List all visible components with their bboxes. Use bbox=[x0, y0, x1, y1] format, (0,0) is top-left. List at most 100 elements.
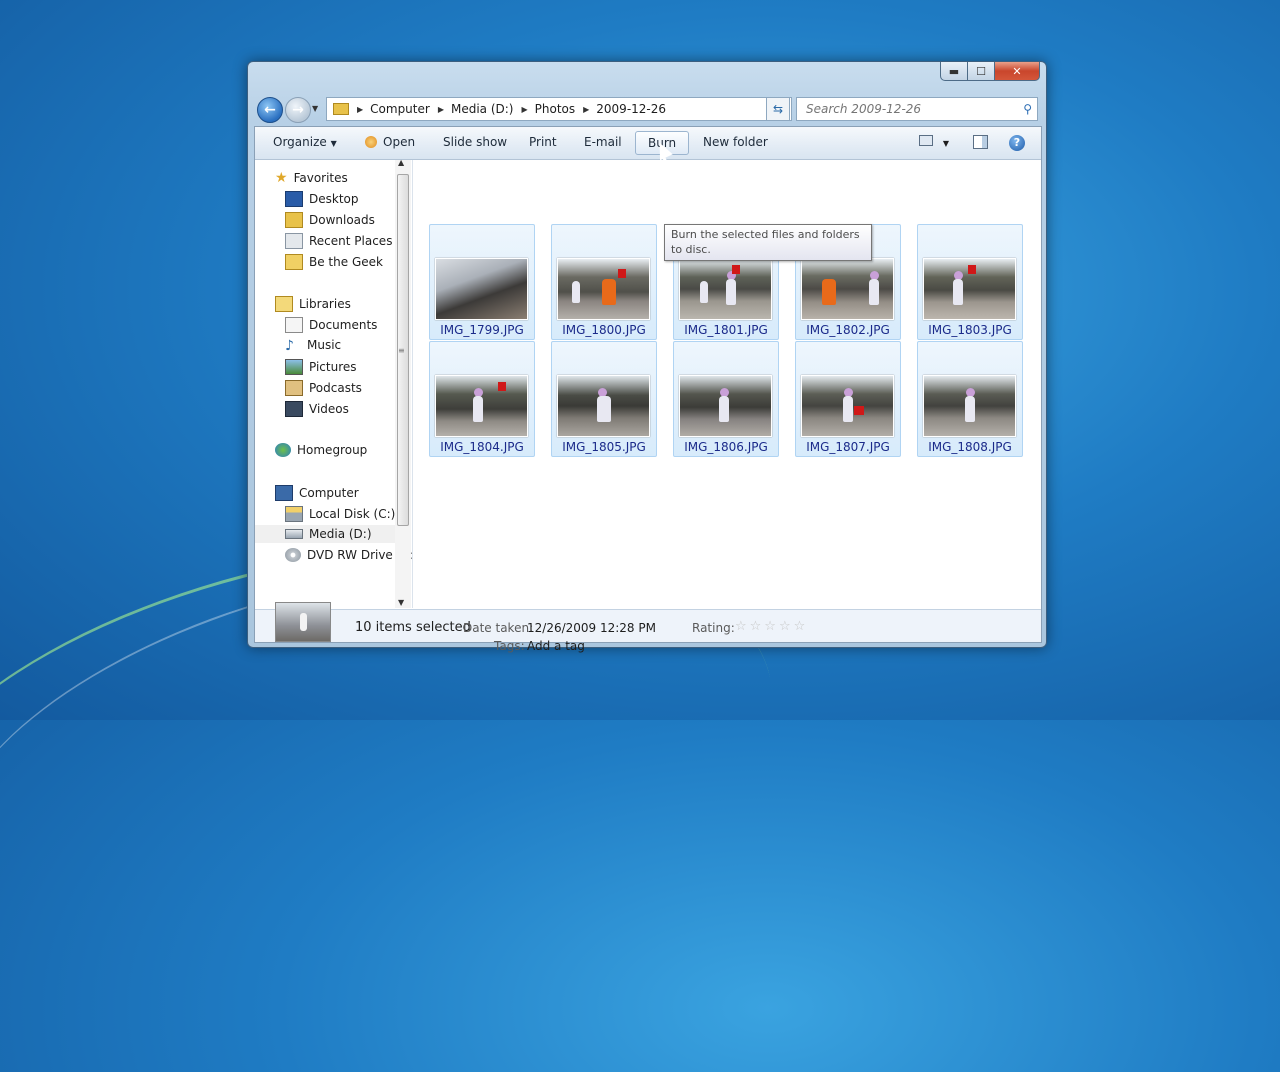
explorer-content: Organize ▼ Open Slide show Print E-mail … bbox=[254, 126, 1042, 653]
nav-local-disk[interactable]: Local Disk (C:) bbox=[285, 506, 395, 522]
nav-dvd-drive[interactable]: DVD RW Drive (E: bbox=[285, 548, 413, 562]
address-bar[interactable]: ▶ Computer ▶ Media (D:) ▶ Photos ▶ 2009-12-2… bbox=[326, 97, 792, 121]
folder-icon bbox=[285, 254, 303, 270]
file-name: IMG_1802.JPG bbox=[806, 323, 890, 337]
refresh-icon: ⇆ bbox=[772, 102, 784, 116]
photo-thumbnail bbox=[679, 258, 772, 320]
command-bar: Organize ▼ Open Slide show Print E-mail … bbox=[255, 127, 1041, 160]
date-taken-value[interactable]: 12/26/2009 12:28 PM bbox=[527, 621, 656, 635]
nav-media[interactable]: Media (D:) bbox=[255, 525, 395, 543]
navigation-row: ← → ▼ ▶ Computer ▶ Media (D:) ▶ Photos ▶ 200… bbox=[248, 95, 1046, 125]
photo-thumbnail bbox=[557, 258, 650, 320]
file-name: IMG_1807.JPG bbox=[806, 440, 890, 454]
file-tile[interactable]: IMG_1806.JPG bbox=[673, 341, 779, 457]
nav-be-the-geek[interactable]: Be the Geek bbox=[285, 254, 383, 270]
nav-scrollbar[interactable]: ▲ ≡ ▼ bbox=[395, 158, 411, 608]
search-icon[interactable]: ⚲ bbox=[1023, 102, 1032, 116]
file-tile[interactable]: IMG_1800.JPG bbox=[551, 224, 657, 340]
chevron-right-icon: ▶ bbox=[583, 104, 590, 114]
photo-thumbnail bbox=[679, 375, 772, 437]
rating-stars[interactable]: ☆☆☆☆☆ bbox=[735, 619, 808, 634]
videos-icon bbox=[285, 401, 303, 417]
file-tile[interactable]: IMG_1805.JPG bbox=[551, 341, 657, 457]
nav-homegroup[interactable]: Homegroup bbox=[275, 443, 367, 457]
file-name: IMG_1803.JPG bbox=[928, 323, 1012, 337]
nav-computer[interactable]: Computer bbox=[275, 485, 359, 501]
help-button[interactable]: ? bbox=[1009, 135, 1025, 151]
minimize-button[interactable]: ▬ bbox=[940, 62, 968, 81]
nav-downloads[interactable]: Downloads bbox=[285, 212, 375, 228]
caption-buttons: ▬ ☐ ✕ bbox=[940, 62, 1040, 81]
nav-videos[interactable]: Videos bbox=[285, 401, 349, 417]
grip-icon: ≡ bbox=[398, 346, 405, 355]
star-icon: ★ bbox=[275, 170, 288, 186]
burn-tooltip: Burn the selected files and folders to d… bbox=[664, 224, 872, 261]
nav-favorites[interactable]: ★ Favorites bbox=[275, 170, 348, 186]
print-button[interactable]: Print bbox=[529, 135, 557, 149]
rating-label: Rating: bbox=[692, 621, 735, 635]
close-button[interactable]: ✕ bbox=[995, 62, 1040, 81]
nav-pictures[interactable]: Pictures bbox=[285, 359, 357, 375]
tags-value[interactable]: Add a tag bbox=[527, 639, 585, 653]
selection-count: 10 items selected bbox=[355, 620, 471, 635]
nav-recent-places[interactable]: Recent Places bbox=[285, 233, 392, 249]
open-icon bbox=[365, 136, 377, 148]
folder-icon bbox=[333, 103, 349, 115]
photo-thumbnail bbox=[801, 375, 894, 437]
file-tile[interactable]: IMG_1799.JPG bbox=[429, 224, 535, 340]
breadcrumb-folder[interactable]: ▶ 2009-12-26 bbox=[575, 102, 666, 116]
back-arrow-icon: ← bbox=[264, 102, 276, 118]
computer-icon bbox=[275, 485, 293, 501]
hard-drive-icon bbox=[285, 506, 303, 522]
chevron-right-icon: ▶ bbox=[521, 104, 528, 114]
pane-splitter[interactable] bbox=[412, 160, 413, 608]
organize-button[interactable]: Organize ▼ bbox=[273, 135, 337, 149]
nav-documents[interactable]: Documents bbox=[285, 317, 377, 333]
file-tile[interactable]: IMG_1807.JPG bbox=[795, 341, 901, 457]
homegroup-icon bbox=[275, 443, 291, 457]
file-name: IMG_1800.JPG bbox=[562, 323, 646, 337]
explorer-window[interactable]: ▬ ☐ ✕ ← → ▼ ▶ Computer ▶ Media (D:) ▶ Photo… bbox=[247, 61, 1047, 653]
preview-pane-button[interactable] bbox=[973, 135, 988, 152]
open-button[interactable]: Open bbox=[365, 135, 415, 149]
libraries-icon bbox=[275, 296, 293, 312]
nav-libraries[interactable]: Libraries bbox=[275, 296, 351, 312]
forward-button[interactable]: → bbox=[285, 97, 311, 123]
nav-podcasts[interactable]: Podcasts bbox=[285, 380, 362, 396]
file-tile[interactable]: IMG_1803.JPG bbox=[917, 224, 1023, 340]
pictures-icon bbox=[285, 359, 303, 375]
recent-pages-dropdown[interactable]: ▼ bbox=[312, 104, 318, 113]
scroll-down-icon[interactable]: ▼ bbox=[398, 598, 404, 607]
file-name: IMG_1801.JPG bbox=[684, 323, 768, 337]
search-box[interactable]: ⚲ bbox=[796, 97, 1038, 121]
nav-music[interactable]: ♪ Music bbox=[285, 338, 341, 354]
photo-thumbnail bbox=[801, 258, 894, 320]
file-name: IMG_1799.JPG bbox=[440, 323, 524, 337]
recent-places-icon bbox=[285, 233, 303, 249]
photo-thumbnail bbox=[435, 258, 528, 320]
details-pane: 10 items selected Date taken: 12/26/2009… bbox=[255, 602, 1041, 653]
change-view-button[interactable]: ▼ bbox=[919, 135, 949, 149]
back-button[interactable]: ← bbox=[257, 97, 283, 123]
breadcrumb-computer[interactable]: ▶ Computer bbox=[349, 102, 430, 116]
navigation-pane: ★ Favorites Desktop Downloads Recent Plac… bbox=[255, 160, 413, 608]
breadcrumb-photos[interactable]: ▶ Photos bbox=[513, 102, 575, 116]
photo-thumbnail bbox=[923, 258, 1016, 320]
email-button[interactable]: E-mail bbox=[584, 135, 622, 149]
chevron-down-icon: ▼ bbox=[942, 139, 949, 148]
search-input[interactable] bbox=[804, 101, 1008, 117]
slideshow-button[interactable]: Slide show bbox=[443, 135, 507, 149]
file-tile[interactable]: IMG_1808.JPG bbox=[917, 341, 1023, 457]
breadcrumb-media[interactable]: ▶ Media (D:) bbox=[430, 102, 514, 116]
new-folder-button[interactable]: New folder bbox=[703, 135, 768, 149]
preview-pane-icon bbox=[973, 135, 988, 149]
photo-thumbnail bbox=[435, 375, 528, 437]
file-tile[interactable]: IMG_1804.JPG bbox=[429, 341, 535, 457]
nav-desktop[interactable]: Desktop bbox=[285, 191, 359, 207]
chevron-right-icon: ▶ bbox=[437, 104, 444, 114]
refresh-button[interactable]: ⇆ bbox=[766, 97, 790, 121]
maximize-button[interactable]: ☐ bbox=[968, 62, 995, 81]
file-name: IMG_1806.JPG bbox=[684, 440, 768, 454]
file-name: IMG_1804.JPG bbox=[440, 440, 524, 454]
scroll-up-icon[interactable]: ▲ bbox=[398, 158, 404, 167]
